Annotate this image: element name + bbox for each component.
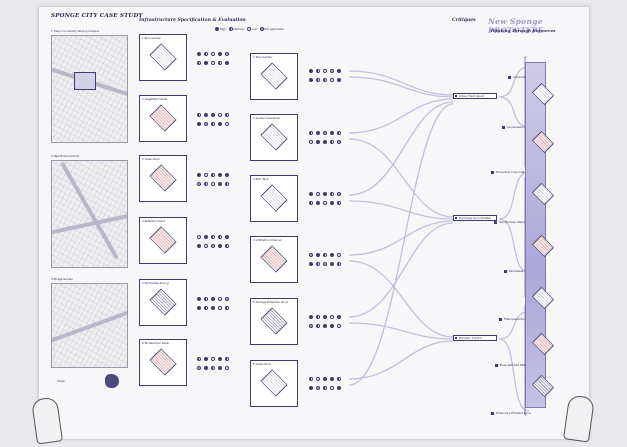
prototype-block-1 xyxy=(527,80,559,110)
critique-node-3: Pollution Control xyxy=(453,335,497,341)
prototype-block-4 xyxy=(527,232,559,262)
prototype-block-6 xyxy=(527,330,559,360)
prototype-block-3 xyxy=(527,180,559,210)
critique-node-1: Urban Heat Island xyxy=(453,93,497,99)
prototype-block-2 xyxy=(527,128,559,158)
prototype-block-5 xyxy=(527,284,559,314)
flow-lines xyxy=(348,56,530,416)
prototype-item-8: Temporary Filtration Zone xyxy=(491,411,531,415)
prototype-item-6: Filter-based Zone xyxy=(499,317,527,321)
prototype-block-7 xyxy=(527,372,559,402)
poster: SPONGE CITY CASE STUDY Infrastructure Sp… xyxy=(38,6,590,440)
critique-node-2: Recharge Groundwater xyxy=(453,215,497,221)
